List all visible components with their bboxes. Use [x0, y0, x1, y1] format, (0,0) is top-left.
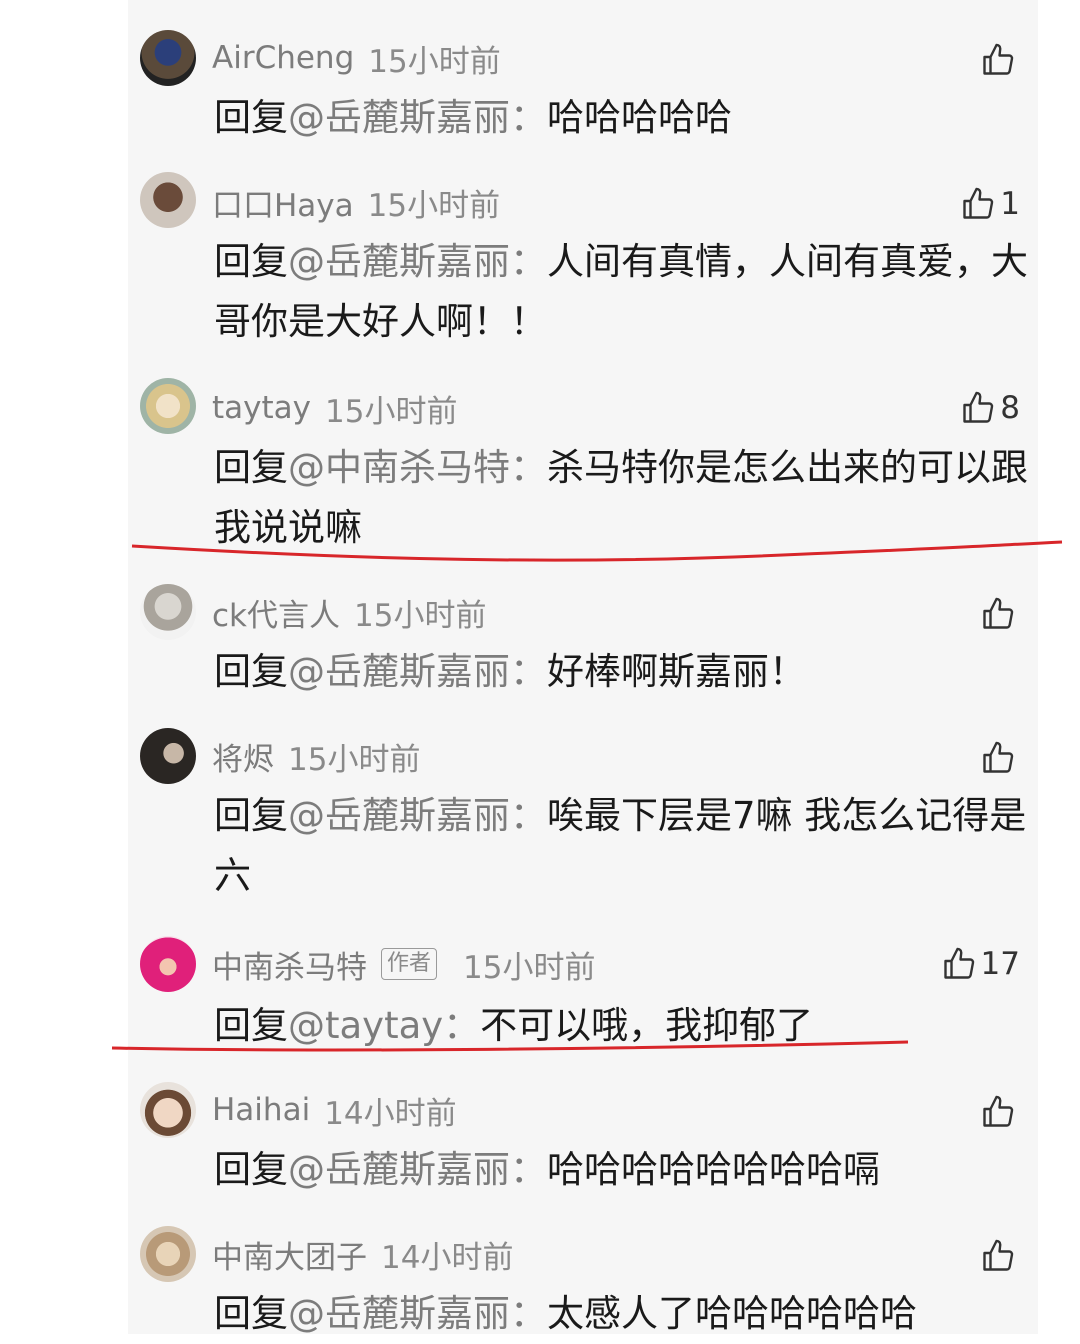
reply-text: 回复@岳麓斯嘉丽：好棒啊斯嘉丽！: [214, 650, 806, 693]
like-count: 8: [1000, 390, 1020, 426]
reply-text: 回复@taytay：不可以哦，我抑郁了: [214, 1004, 814, 1047]
like-button[interactable]: [980, 38, 1020, 82]
reply-text: 回复@岳麓斯嘉丽：哈哈哈哈哈哈哈哈嗝: [214, 1148, 880, 1191]
timestamp: 15小时前: [368, 43, 501, 80]
avatar[interactable]: [140, 936, 196, 992]
avatar[interactable]: [140, 378, 196, 434]
username[interactable]: Haihai: [212, 1092, 310, 1128]
mention-link[interactable]: @岳麓斯嘉丽: [288, 96, 510, 139]
timestamp: 15小时前: [288, 741, 421, 778]
reply-text: 回复@中南杀马特：杀马特你是怎么出来的可以跟我说说嘛: [214, 446, 1028, 549]
timestamp: 14小时前: [381, 1239, 514, 1276]
like-count: 17: [980, 946, 1020, 982]
like-count: 1: [1000, 186, 1020, 222]
mention-link[interactable]: @岳麓斯嘉丽: [288, 1292, 510, 1335]
timestamp: 15小时前: [354, 597, 487, 634]
timestamp: 14小时前: [324, 1095, 457, 1132]
like-button[interactable]: [980, 736, 1020, 780]
mention-link[interactable]: @岳麓斯嘉丽: [288, 794, 510, 837]
avatar[interactable]: [140, 728, 196, 784]
author-badge: 作者: [381, 948, 438, 980]
reply-text: 回复@岳麓斯嘉丽：人间有真情，人间有真爱，大哥你是大好人啊！！: [214, 240, 1028, 343]
avatar[interactable]: [140, 172, 196, 228]
reply-text: 回复@岳麓斯嘉丽：哈哈哈哈哈: [214, 96, 732, 139]
thumbs-up-icon: [983, 741, 1014, 773]
thumbs-up-icon: [983, 597, 1014, 629]
username[interactable]: taytay: [212, 390, 311, 426]
mention-link[interactable]: @岳麓斯嘉丽: [288, 1148, 510, 1191]
timestamp: 15小时前: [463, 949, 596, 986]
like-button[interactable]: 8: [960, 386, 1020, 430]
like-button[interactable]: [980, 1234, 1020, 1278]
reply-text: 回复@岳麓斯嘉丽：唉最下层是7嘛 我怎么记得是六: [214, 794, 1027, 897]
mention-link[interactable]: @taytay: [288, 1004, 443, 1047]
thumbs-up-icon: [963, 187, 994, 219]
avatar[interactable]: [140, 30, 196, 86]
thumbs-up-icon: [983, 43, 1014, 75]
avatar[interactable]: [140, 1226, 196, 1282]
thumbs-up-icon: [963, 391, 994, 423]
mention-link[interactable]: @岳麓斯嘉丽: [288, 240, 510, 283]
mention-link[interactable]: @中南杀马特: [288, 446, 510, 489]
reply-text: 回复@岳麓斯嘉丽：太感人了哈哈哈哈哈哈: [214, 1292, 917, 1335]
thumbs-up-icon: [943, 947, 974, 979]
timestamp: 15小时前: [367, 187, 501, 224]
timestamp: 15小时前: [325, 393, 458, 430]
thumbs-up-icon: [983, 1239, 1014, 1271]
avatar[interactable]: [140, 584, 196, 640]
mention-link[interactable]: @岳麓斯嘉丽: [288, 650, 510, 693]
username[interactable]: 中南杀马特: [212, 942, 367, 987]
like-button[interactable]: 1: [960, 182, 1020, 226]
username[interactable]: AirCheng: [212, 40, 354, 76]
like-button[interactable]: 17: [941, 942, 1020, 986]
like-button[interactable]: [980, 1090, 1020, 1134]
username[interactable]: 口口Haya: [212, 180, 354, 225]
username[interactable]: ck代言人: [212, 590, 340, 635]
username[interactable]: 将烬: [212, 734, 274, 779]
like-button[interactable]: [980, 592, 1020, 636]
username[interactable]: 中南大团子: [212, 1232, 367, 1277]
thumbs-up-icon: [983, 1095, 1014, 1127]
avatar[interactable]: [140, 1082, 196, 1138]
